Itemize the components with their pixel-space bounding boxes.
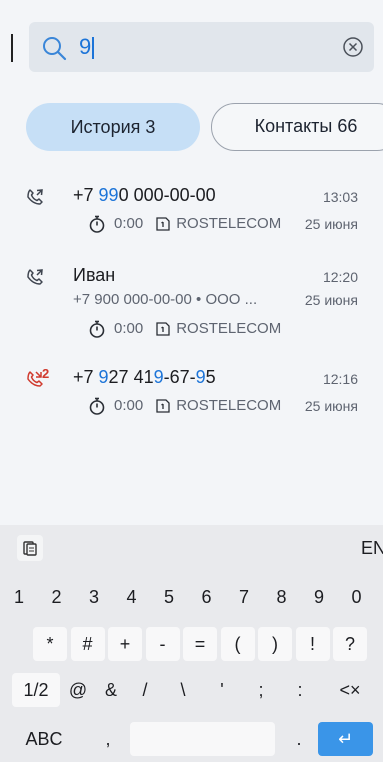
key-:[interactable]: : [285,673,315,707]
tab-bar: История 3 Контакты 66 [26,103,383,153]
clear-icon[interactable] [342,36,364,58]
keyboard: EN 1234567890 * # + - =()!? 1/2 @ & / \ ';: <× ABC… [0,525,383,762]
key-2[interactable]: 2 [40,580,74,614]
call-date: 25 июня [304,292,358,308]
key-ABC[interactable]: ABC [8,722,80,756]
call-subtitle-part: 9 [94,291,103,308]
key-+[interactable]: + [108,627,142,661]
key-![interactable]: ! [295,627,330,661]
call-duration: 0:00 [114,215,144,232]
sim-card-icon [156,399,170,413]
key--[interactable]: - [145,627,180,661]
key-0[interactable]: 0 [340,580,374,614]
outgoing-call-icon [25,267,47,289]
key-3[interactable]: 3 [77,580,111,614]
search-caret [92,37,94,59]
call-title-part: 0 000-00-00 [118,185,216,205]
call-title-part: 9 [98,367,109,387]
call-item[interactable]: 2 +7 927 419-67-95 12:16 25 июня 0:00 ROSTELE… [0,365,383,435]
sim-card-icon [156,322,170,336]
call-date: 25 июня [304,216,358,232]
call-subtitle: +7 900 000-00-00 • ООО ... [73,290,257,310]
missed-call-icon: 2 [25,366,50,391]
call-meta: 0:00 ROSTELECOM [88,396,281,416]
stopwatch-icon [89,215,105,233]
key-&[interactable]: & [96,673,126,707]
tab-history[interactable]: История 3 [26,103,200,151]
key-↵[interactable]: ↵ [318,722,373,756]
missed-count: 2 [42,366,50,381]
key-@[interactable]: @ [63,673,93,707]
key-1/2[interactable]: 1/2 [12,673,60,707]
clipboard-key[interactable] [17,535,43,561]
key-6[interactable]: 6 [190,580,224,614]
call-title-part: Иван [73,265,116,285]
key-9[interactable]: 9 [302,580,336,614]
key-'[interactable]: ' [207,673,237,707]
text-cursor [11,34,13,62]
call-meta: 0:00 ROSTELECOM [88,214,281,234]
outgoing-call-icon [25,187,47,209]
call-title-part: 9 [153,367,164,387]
key-space[interactable] [130,722,275,756]
language-key[interactable]: EN [361,535,383,561]
key-\[interactable]: \ [168,673,198,707]
call-meta: 0:00 ROSTELECOM [88,319,281,339]
call-title: +7 990 000-00-00 [73,183,216,207]
key-.[interactable]: . [285,722,313,756]
call-duration: 0:00 [114,320,144,337]
key-)[interactable]: ) [258,627,292,661]
key-([interactable]: ( [220,627,255,661]
call-title-part: +7 [73,367,99,387]
key-5[interactable]: 5 [152,580,186,614]
key-7[interactable]: 7 [227,580,261,614]
clipboard-icon [23,541,37,556]
search-icon [43,37,67,61]
call-item[interactable]: +7 990 000-00-00 13:03 25 июня 0:00 ROSTELEC… [0,183,383,253]
call-time: 12:16 [322,371,358,387]
call-time: 13:03 [322,189,358,205]
stopwatch-icon [89,320,105,338]
call-subtitle-part: +7 [73,291,95,308]
key-?[interactable]: ? [333,627,367,661]
call-title: Иван [73,263,115,287]
call-operator: ROSTELECOM [176,397,282,414]
key-<×[interactable]: <× [325,673,375,707]
key-*[interactable]: * [33,627,67,661]
key-/[interactable]: / [130,673,160,707]
stopwatch-icon [89,397,105,415]
call-operator: ROSTELECOM [176,215,282,232]
call-duration: 0:00 [114,397,144,414]
call-title-part: 27 41 [108,367,154,387]
key-,[interactable]: , [90,722,126,756]
call-title-part: +7 [73,185,99,205]
call-date: 25 июня [304,398,358,414]
call-operator: ROSTELECOM [176,320,282,337]
app-screen: 9 История 3 Контакты 66 +7 990 000-00-00… [0,0,383,525]
tab-contacts[interactable]: Контакты 66 [211,103,383,151]
call-title-part: 99 [98,185,119,205]
key-;[interactable]: ; [246,673,276,707]
call-time: 12:20 [322,269,358,285]
call-title-part: 9 [195,367,206,387]
key-1[interactable]: 1 [2,580,36,614]
key-4[interactable]: 4 [115,580,149,614]
call-title-part: 5 [205,367,216,387]
search-bar[interactable]: 9 [29,22,374,72]
search-input[interactable]: 9 [79,34,91,60]
sim-card-icon [156,217,170,231]
key-#[interactable]: # [70,627,105,661]
key-=[interactable]: = [183,627,217,661]
call-subtitle-part: 00 000-00-00 • ООО ... [102,291,258,308]
call-title-part: -67- [163,367,196,387]
call-item[interactable]: Иван 12:20 +7 900 000-00-00 • ООО ... 25 ию… [0,263,383,359]
call-title: +7 927 419-67-95 [73,365,216,389]
key-8[interactable]: 8 [265,580,299,614]
